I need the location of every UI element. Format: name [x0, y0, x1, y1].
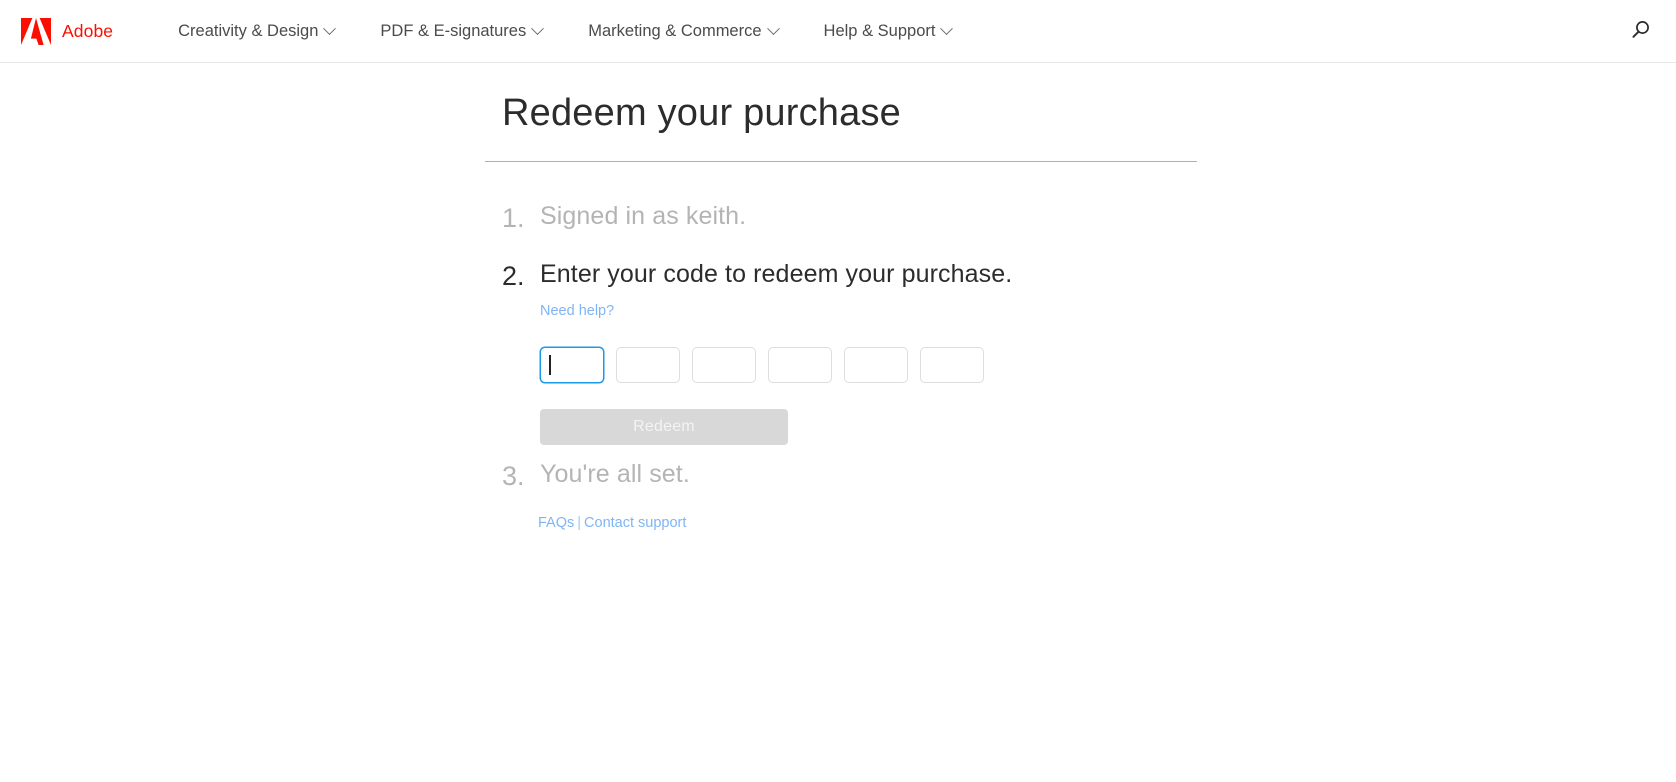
nav-item-label: PDF & E-signatures — [380, 23, 526, 40]
nav-item-label: Help & Support — [824, 23, 936, 40]
chevron-down-icon — [531, 22, 544, 35]
need-help-link[interactable]: Need help? — [540, 303, 614, 319]
nav-item-help-support[interactable]: Help & Support — [801, 23, 975, 40]
search-button[interactable] — [1626, 16, 1656, 46]
code-input-5[interactable] — [844, 347, 908, 383]
step-label: Enter your code to redeem your purchase. — [540, 258, 1197, 292]
adobe-logo-icon — [21, 18, 51, 45]
text-caret — [549, 355, 551, 375]
faqs-link[interactable]: FAQs — [538, 515, 574, 531]
redeem-steps-list: 1. Signed in as keith. 2. Enter your cod… — [502, 200, 1197, 495]
redeem-button[interactable]: Redeem — [540, 409, 788, 445]
nav-item-label: Marketing & Commerce — [588, 23, 761, 40]
step-number: 2. — [502, 258, 538, 294]
adobe-brand-name: Adobe — [62, 21, 113, 42]
nav-item-label: Creativity & Design — [178, 23, 318, 40]
search-icon — [1630, 19, 1652, 44]
code-input-2[interactable] — [616, 347, 680, 383]
step-number: 1. — [502, 200, 538, 236]
step-body: You're all set. — [538, 458, 1197, 492]
step-all-set: 3. You're all set. — [502, 458, 1197, 494]
chevron-down-icon — [324, 22, 337, 35]
nav-item-pdf-esignatures[interactable]: PDF & E-signatures — [357, 23, 565, 40]
title-divider — [485, 161, 1197, 162]
primary-navigation: Creativity & Design PDF & E-signatures M… — [178, 23, 974, 40]
code-input-wrapper-1 — [540, 347, 604, 383]
contact-support-link[interactable]: Contact support — [584, 515, 686, 531]
redemption-code-inputs — [540, 347, 1197, 383]
redeem-page: Redeem your purchase 1. Signed in as kei… — [0, 63, 1676, 531]
support-links: FAQs|Contact support — [538, 515, 1197, 531]
step-signed-in: 1. Signed in as keith. — [502, 200, 1197, 236]
step-enter-code: 2. Enter your code to redeem your purcha… — [502, 258, 1197, 445]
step-body: Signed in as keith. — [538, 200, 1197, 234]
chevron-down-icon — [767, 22, 780, 35]
page-title: Redeem your purchase — [485, 85, 1197, 142]
nav-item-marketing-commerce[interactable]: Marketing & Commerce — [565, 23, 800, 40]
adobe-brand-link[interactable]: Adobe — [21, 18, 113, 45]
step-label: Signed in as keith. — [540, 200, 1197, 234]
code-input-3[interactable] — [692, 347, 756, 383]
step-label: You're all set. — [540, 458, 1197, 492]
global-header: Adobe Creativity & Design PDF & E-signat… — [0, 0, 1676, 63]
content-column: Redeem your purchase 1. Signed in as kei… — [485, 85, 1197, 531]
code-input-4[interactable] — [768, 347, 832, 383]
nav-item-creativity-design[interactable]: Creativity & Design — [178, 23, 357, 40]
code-input-6[interactable] — [920, 347, 984, 383]
step-body: Enter your code to redeem your purchase.… — [538, 258, 1197, 445]
step-number: 3. — [502, 458, 538, 494]
link-separator: | — [574, 515, 584, 531]
chevron-down-icon — [941, 22, 954, 35]
